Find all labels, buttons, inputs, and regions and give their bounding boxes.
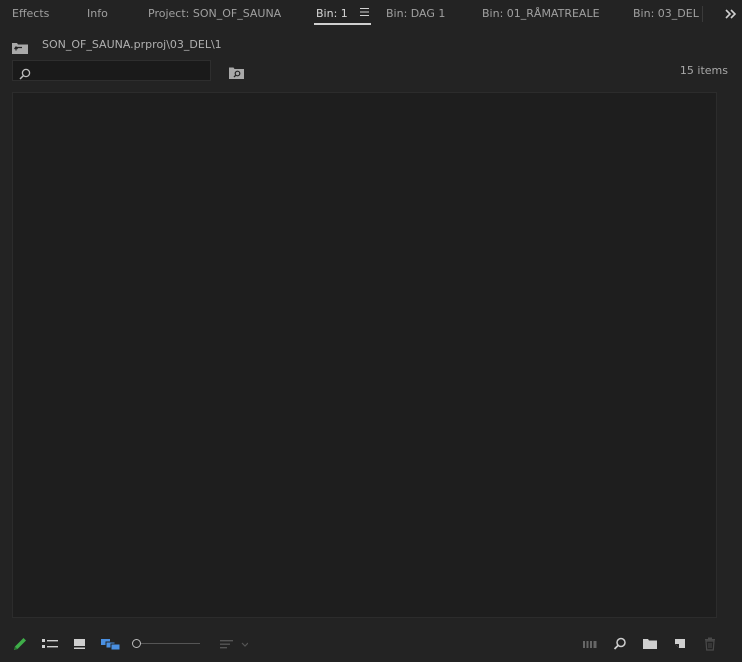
tab-bin-dag-1[interactable]: Bin: DAG 1 (386, 0, 445, 28)
automate-to-sequence-icon[interactable] (582, 636, 598, 652)
search-input[interactable] (35, 61, 205, 80)
freeform-view-icon[interactable] (100, 636, 122, 652)
bin-path-row: SON_OF_SAUNA.prproj\03_DEL\1 (12, 37, 712, 54)
sort-icon[interactable] (218, 636, 249, 652)
new-bin-icon[interactable] (642, 636, 658, 652)
zoom-slider[interactable] (132, 638, 202, 650)
tab-label: Bin: DAG 1 (386, 7, 446, 20)
tab-label: Bin: 01_RÅMATREALE (482, 7, 600, 20)
tab-divider (702, 6, 703, 22)
zoom-slider-thumb[interactable] (132, 639, 141, 648)
search-icon (19, 65, 31, 80)
new-item-icon[interactable] (672, 636, 688, 652)
tab-label: Bin: 1 (316, 7, 348, 20)
tab-info[interactable]: Info (87, 0, 108, 28)
tab-bar: Effects Info Project: SON_OF_SAUNA Bin: … (0, 0, 742, 30)
tab-bin-03-del[interactable]: Bin: 03_DEL (633, 0, 699, 28)
item-count: 15 items (679, 64, 728, 77)
folder-up-icon[interactable] (12, 39, 28, 54)
icon-view-icon[interactable] (72, 636, 88, 652)
pencil-icon[interactable] (12, 636, 28, 652)
zoom-slider-track (138, 643, 200, 644)
tab-label: Bin: 03_DEL (633, 7, 699, 20)
double-chevron-right-icon[interactable] (723, 6, 737, 20)
bottom-toolbar (0, 632, 742, 656)
tab-bin-01-ramatreale[interactable]: Bin: 01_RÅMATREALE (482, 0, 600, 28)
trash-icon[interactable] (702, 636, 718, 652)
tab-label: Effects (12, 7, 50, 20)
tab-label: Project: SON_OF_SAUNA (148, 7, 282, 20)
bin-path: SON_OF_SAUNA.prproj\03_DEL\1 (42, 38, 222, 51)
project-bin-panel: Effects Info Project: SON_OF_SAUNA Bin: … (0, 0, 742, 662)
search-field[interactable] (12, 60, 211, 81)
tab-bin-1[interactable]: Bin: 1 (314, 0, 372, 28)
tab-effects[interactable]: Effects (12, 0, 49, 28)
tab-project[interactable]: Project: SON_OF_SAUNA (148, 0, 281, 28)
bin-content-area[interactable] (12, 92, 717, 618)
find-icon[interactable] (229, 64, 244, 79)
list-view-icon[interactable] (41, 636, 58, 652)
search-icon[interactable] (612, 636, 628, 652)
tab-label: Info (87, 7, 108, 20)
active-tab-underline (314, 23, 372, 25)
